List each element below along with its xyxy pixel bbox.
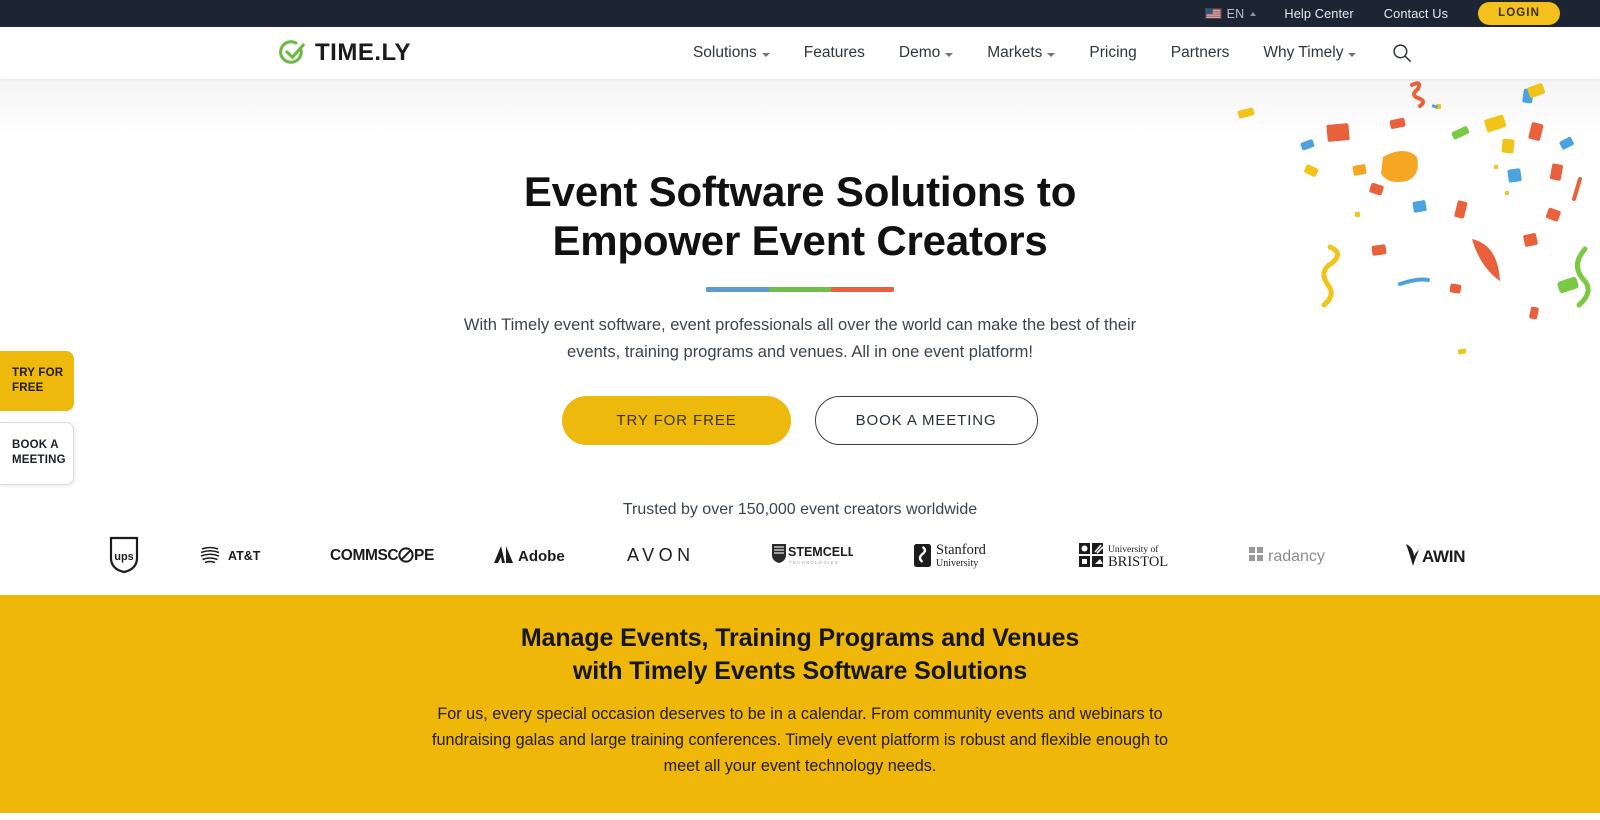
search-icon — [1393, 44, 1412, 62]
svg-text:BRISTOL: BRISTOL — [1108, 554, 1168, 570]
nav-item-features[interactable]: Features — [787, 44, 882, 62]
stanford-logo: Stanford University — [912, 532, 1020, 578]
chevron-down-icon — [1348, 52, 1357, 57]
client-logo-strip: ups AT&T COMMSC PE Adobe AVON STEMCELL T… — [0, 515, 1600, 595]
bristol-logo: University of BRISTOL — [1078, 532, 1190, 578]
trusted-by-text: Trusted by over 150,000 event creators w… — [622, 501, 978, 519]
svg-text:Adobe: Adobe — [518, 548, 565, 565]
hero-section: Event Software Solutions to Empower Even… — [0, 79, 1600, 595]
hero-title-line-2: Empower Event Creators — [552, 217, 1048, 265]
section-title: Manage Events, Training Programs and Ven… — [0, 622, 1600, 689]
svg-text:AVON: AVON — [627, 545, 695, 565]
search-button[interactable] — [1389, 40, 1415, 66]
help-center-link[interactable]: Help Center — [1284, 6, 1353, 21]
stemcell-logo: STEMCELL TECHNOLOGIES — [771, 532, 853, 578]
commscope-logo: COMMSC PE — [330, 532, 434, 578]
nav-item-pricing[interactable]: Pricing — [1072, 44, 1153, 62]
nav-label: Pricing — [1089, 44, 1137, 61]
divider-segment-orange — [831, 287, 894, 293]
svg-text:ups: ups — [114, 551, 134, 563]
awin-logo: AWIN — [1403, 532, 1491, 578]
chevron-down-icon — [761, 52, 770, 57]
svg-text:radancy: radancy — [1268, 548, 1325, 565]
side-tab-book-a-meeting[interactable]: BOOK A MEETING — [0, 422, 74, 485]
nav-label: Solutions — [692, 44, 757, 61]
chevron-down-icon — [1047, 52, 1056, 57]
nav-label: Partners — [1170, 44, 1230, 61]
landing-page: EN Help Center Contact Us LOGIN TIME.LY … — [0, 0, 1600, 820]
divider-segment-blue — [706, 287, 769, 293]
section-title-line-1: Manage Events, Training Programs and Ven… — [520, 624, 1080, 652]
svg-text:COMMSC: COMMSC — [330, 547, 398, 564]
hero-cta-group: TRY FOR FREE BOOK A MEETING — [562, 396, 1038, 446]
nav-label: Markets — [987, 44, 1043, 61]
main-navbar: TIME.LY Solutions Features Demo Markets … — [0, 27, 1600, 79]
nav-item-solutions[interactable]: Solutions — [676, 44, 787, 62]
hero-subtitle: With Timely event software, event profes… — [463, 316, 1137, 362]
floating-side-tabs: TRY FOR FREE BOOK A MEETING — [0, 351, 74, 485]
utility-topbar: EN Help Center Contact Us LOGIN — [0, 0, 1600, 27]
timely-check-circle-icon — [279, 40, 305, 64]
svg-text:STEMCELL: STEMCELL — [788, 545, 853, 559]
us-flag-icon — [1204, 8, 1222, 19]
nav-item-partners[interactable]: Partners — [1154, 44, 1247, 62]
svg-text:PE: PE — [414, 547, 434, 564]
book-a-meeting-button[interactable]: BOOK A MEETING — [814, 396, 1038, 446]
chevron-up-icon — [1250, 11, 1257, 16]
nav-label: Why Timely — [1263, 44, 1344, 61]
nav-item-demo[interactable]: Demo — [882, 44, 970, 62]
tricolor-divider — [706, 287, 894, 293]
page-title: Event Software Solutions to Empower Even… — [523, 167, 1077, 265]
section-title-line-2: with Timely Events Software Solutions — [572, 657, 1028, 686]
hero-title-line-1: Event Software Solutions to — [523, 168, 1077, 215]
avon-logo: AVON — [627, 532, 713, 578]
login-button[interactable]: LOGIN — [1478, 2, 1560, 25]
svg-text:AT&T: AT&T — [228, 549, 261, 563]
primary-nav: Solutions Features Demo Markets Pricing … — [676, 40, 1416, 66]
section-body: For us, every special occasion deserves … — [431, 704, 1169, 775]
try-for-free-button[interactable]: TRY FOR FREE — [562, 396, 791, 446]
chevron-down-icon — [945, 52, 954, 57]
nav-label: Features — [803, 44, 865, 61]
svg-text:TECHNOLOGIES: TECHNOLOGIES — [789, 560, 839, 565]
svg-text:AWIN: AWIN — [1422, 547, 1465, 566]
nav-item-markets[interactable]: Markets — [970, 44, 1072, 62]
adobe-logo: Adobe — [492, 532, 568, 578]
hero-content: Event Software Solutions to Empower Even… — [0, 79, 1600, 519]
svg-text:Stanford: Stanford — [936, 542, 987, 558]
divider-segment-green — [768, 287, 832, 293]
side-tab-try-for-free[interactable]: TRY FOR FREE — [0, 351, 74, 412]
nav-item-why-timely[interactable]: Why Timely — [1246, 44, 1373, 62]
manage-events-section: Manage Events, Training Programs and Ven… — [0, 595, 1600, 814]
contact-us-link[interactable]: Contact Us — [1384, 6, 1448, 21]
ups-logo: ups — [109, 532, 139, 578]
svg-text:University: University — [936, 558, 978, 569]
radancy-logo: radancy — [1248, 532, 1344, 578]
att-logo: AT&T — [198, 532, 272, 578]
brand-name: TIME.LY — [315, 39, 411, 66]
brand-logo[interactable]: TIME.LY — [278, 39, 411, 67]
language-label: EN — [1226, 6, 1245, 21]
nav-label: Demo — [898, 44, 941, 61]
language-selector[interactable]: EN — [1204, 6, 1257, 21]
